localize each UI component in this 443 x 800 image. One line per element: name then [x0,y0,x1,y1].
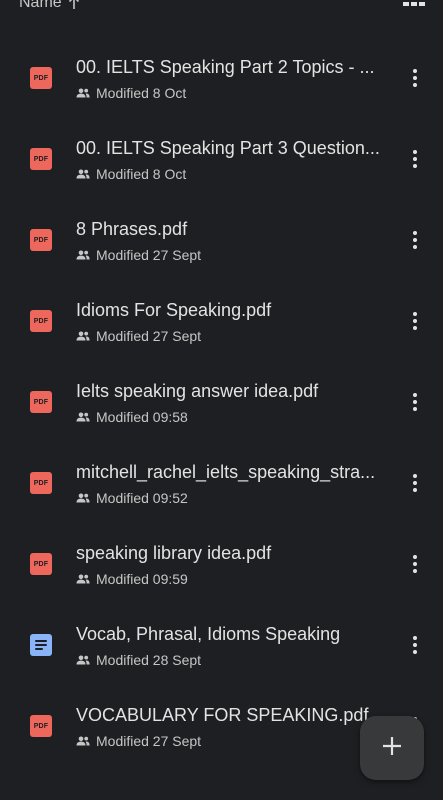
file-meta: Modified 09:58 [76,409,188,425]
pdf-file-icon: PDF [30,472,52,494]
modified-date: Modified 28 Sept [96,652,202,668]
plus-icon [381,735,403,762]
pdf-badge-label: PDF [30,310,52,332]
sort-label: Name [19,0,62,11]
file-row[interactable]: PDF 8 Phrases.pdf Modified 27 Sept [0,199,443,280]
file-row[interactable]: PDF speaking library idea.pdf Modified 09:… [0,523,443,604]
file-row[interactable]: PDF 00. IELTS Speaking Part 3 Question...… [0,118,443,199]
shared-people-icon [76,169,90,179]
file-name: Vocab, Phrasal, Idioms Speaking [76,624,341,644]
file-meta: Modified 8 Oct [76,166,186,182]
modified-date: Modified 27 Sept [96,247,202,263]
file-name: speaking library idea.pdf [76,543,272,563]
more-options-icon[interactable] [404,308,426,334]
shared-people-icon [76,736,90,746]
more-options-icon[interactable] [404,65,426,91]
pdf-badge-label: PDF [30,67,52,89]
file-name: Ielts speaking answer idea.pdf [76,381,319,401]
sort-bar: Name [0,0,443,18]
file-row[interactable]: Vocab, Phrasal, Idioms Speaking Modified … [0,604,443,685]
modified-date: Modified 8 Oct [96,85,187,101]
more-options-icon[interactable] [404,632,426,658]
pdf-badge-label: PDF [30,553,52,575]
file-row[interactable]: PDF Ielts speaking answer idea.pdf Modifie… [0,361,443,442]
pdf-file-icon: PDF [30,67,52,89]
pdf-badge-label: PDF [30,472,52,494]
file-row[interactable]: PDF Idioms For Speaking.pdf Modified 27 Se… [0,280,443,361]
file-list: PDF 00. IELTS Speaking Part 2 Topics - ..… [0,37,443,766]
file-name: 8 Phrases.pdf [76,219,188,239]
file-meta: Modified 27 Sept [76,247,201,263]
file-meta: Modified 27 Sept [76,733,201,749]
shared-people-icon [76,331,90,341]
more-options-icon[interactable] [404,146,426,172]
file-meta: Modified 8 Oct [76,85,186,101]
more-options-icon[interactable] [404,389,426,415]
pdf-file-icon: PDF [30,310,52,332]
file-meta: Modified 28 Sept [76,652,201,668]
pdf-badge-label: PDF [30,715,52,737]
shared-people-icon [76,655,90,665]
file-meta: Modified 09:59 [76,571,188,587]
file-name: VOCABULARY FOR SPEAKING.pdf [76,705,369,725]
file-row[interactable]: PDF mitchell_rachel_ielts_speaking_stra..… [0,442,443,523]
modified-date: Modified 8 Oct [96,166,187,182]
pdf-file-icon: PDF [30,553,52,575]
file-name: mitchell_rachel_ielts_speaking_stra... [76,462,376,482]
pdf-file-icon: PDF [30,391,52,413]
modified-date: Modified 09:58 [96,409,188,425]
grid-view-icon[interactable] [403,0,425,12]
file-meta: Modified 27 Sept [76,328,201,344]
arrow-up-icon [68,0,80,10]
pdf-badge-label: PDF [30,229,52,251]
new-item-button[interactable] [360,716,424,780]
shared-people-icon [76,88,90,98]
more-options-icon[interactable] [404,470,426,496]
pdf-file-icon: PDF [30,229,52,251]
file-name: 00. IELTS Speaking Part 2 Topics - ... [76,57,375,77]
shared-people-icon [76,574,90,584]
drive-file-list-screen: Name PDF 00. IELTS Speaking Part 2 Topics… [0,0,443,800]
file-row[interactable]: PDF 00. IELTS Speaking Part 2 Topics - ..… [0,37,443,118]
modified-date: Modified 27 Sept [96,328,202,344]
shared-people-icon [76,493,90,503]
file-meta: Modified 09:52 [76,490,188,506]
modified-date: Modified 09:52 [96,490,188,506]
pdf-file-icon: PDF [30,715,52,737]
file-name: Idioms For Speaking.pdf [76,300,272,320]
shared-people-icon [76,412,90,422]
more-options-icon[interactable] [404,551,426,577]
modified-date: Modified 27 Sept [96,733,202,749]
pdf-badge-label: PDF [30,148,52,170]
file-name: 00. IELTS Speaking Part 3 Question... [76,138,380,158]
pdf-file-icon: PDF [30,148,52,170]
sort-by-name-button[interactable]: Name [19,0,80,12]
more-options-icon[interactable] [404,227,426,253]
modified-date: Modified 09:59 [96,571,188,587]
shared-people-icon [76,250,90,260]
doc-file-icon [30,634,52,656]
pdf-badge-label: PDF [30,391,52,413]
